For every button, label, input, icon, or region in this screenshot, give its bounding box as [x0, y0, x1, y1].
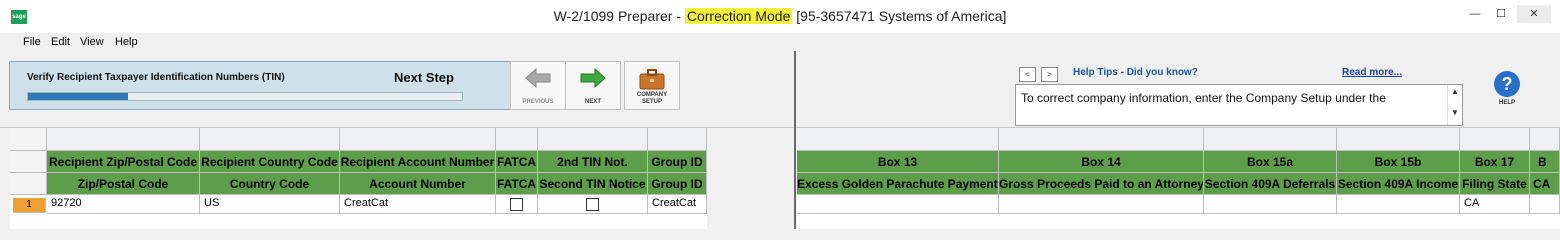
column-header-blank [1204, 128, 1337, 151]
cell-group-id[interactable]: CreatCat [648, 195, 707, 214]
company-setup-button[interactable]: COMPANY SETUP [624, 61, 680, 110]
row-header-blank [10, 173, 47, 195]
subheader-filing-state[interactable]: Filing State [1460, 173, 1530, 195]
cell-zip[interactable]: 92720 [47, 195, 200, 214]
subheader-partial[interactable]: CA [1530, 173, 1560, 195]
column-header-blank [200, 128, 340, 151]
column-header-blank [1530, 128, 1560, 151]
header-group-id[interactable]: Group ID [648, 151, 707, 173]
grid-splitter[interactable] [794, 51, 796, 229]
company-setup-label-line1: COMPANY [636, 92, 668, 98]
scroll-down-icon[interactable]: ▼ [1448, 108, 1462, 117]
menu-file[interactable]: File [23, 36, 41, 48]
cell-fatca[interactable] [496, 195, 538, 214]
header-fatca[interactable]: FATCA [496, 151, 538, 173]
menu-view[interactable]: View [80, 36, 104, 48]
cell-partial[interactable] [1530, 195, 1560, 214]
column-header-blank [999, 128, 1204, 151]
help-tip-next-button[interactable]: > [1041, 67, 1058, 82]
cell-box-13[interactable] [797, 195, 999, 214]
cell-box-14[interactable] [999, 195, 1204, 214]
maximize-button[interactable]: ☐ [1489, 5, 1513, 23]
forward-arrow-icon [580, 67, 606, 89]
help-tip-scrollbar[interactable]: ▲ ▼ [1447, 85, 1462, 125]
column-header-blank [340, 128, 496, 151]
briefcase-icon [639, 69, 665, 90]
title-prefix: W-2/1099 Preparer - [553, 8, 685, 24]
help-tip-text: To correct company information, enter th… [1021, 91, 1386, 105]
second-tin-checkbox[interactable] [586, 198, 599, 211]
column-header-blank [496, 128, 538, 151]
previous-button[interactable]: PREVIOUS [510, 61, 566, 110]
header-box-14[interactable]: Box 14 [999, 151, 1204, 173]
menu-bar: File Edit View Help [0, 33, 1560, 51]
close-button[interactable]: ✕ [1517, 5, 1551, 23]
header-recipient-country[interactable]: Recipient Country Code [200, 151, 340, 173]
cell-box-15b[interactable] [1337, 195, 1460, 214]
next-label: NEXT [584, 99, 601, 105]
minimize-button[interactable]: — [1463, 5, 1487, 23]
header-box-partial[interactable]: B [1530, 151, 1560, 173]
subheader-group-id[interactable]: Group ID [648, 173, 707, 195]
fatca-checkbox[interactable] [510, 198, 523, 211]
column-header-blank [797, 128, 999, 151]
help-tips-title: Help Tips - Did you know? [1073, 67, 1198, 78]
subheader-409a-deferrals[interactable]: Section 409A Deferrals [1204, 173, 1337, 195]
scroll-up-icon[interactable]: ▲ [1448, 87, 1462, 96]
wizard-progress-bar [27, 92, 463, 101]
read-more-link[interactable]: Read more... [1342, 67, 1402, 78]
subheader-account[interactable]: Account Number [340, 173, 496, 195]
previous-label: PREVIOUS [522, 99, 554, 105]
help-button-label: HELP [1498, 100, 1515, 106]
wizard-progress-fill [28, 93, 128, 100]
header-recipient-account[interactable]: Recipient Account Number [340, 151, 496, 173]
menu-help[interactable]: Help [115, 36, 138, 48]
subheader-country[interactable]: Country Code [200, 173, 340, 195]
header-box-15b[interactable]: Box 15b [1337, 151, 1460, 173]
grid-corner [10, 128, 47, 151]
menu-edit[interactable]: Edit [51, 36, 70, 48]
company-setup-label: COMPANY SETUP [625, 92, 679, 106]
subheader-zip[interactable]: Zip/Postal Code [47, 173, 200, 195]
wizard-next-step[interactable]: Next Step [394, 70, 454, 85]
company-setup-label-line2: SETUP [641, 99, 662, 105]
cell-country[interactable]: US [200, 195, 340, 214]
column-header-blank [538, 128, 648, 151]
help-tip-box: To correct company information, enter th… [1015, 84, 1463, 126]
subheader-second-tin[interactable]: Second TIN Notice [538, 173, 648, 195]
subheader-attorney-proceeds[interactable]: Gross Proceeds Paid to an Attorney [999, 173, 1204, 195]
back-arrow-icon [525, 67, 551, 89]
row-header-blank [10, 151, 47, 173]
column-header-blank [648, 128, 707, 151]
subheader-fatca[interactable]: FATCA [496, 173, 538, 195]
row-number[interactable]: 1 [13, 198, 46, 213]
title-mode-highlight: Correction Mode [684, 8, 793, 24]
cell-account[interactable]: CreatCat [340, 195, 496, 214]
box-grid: Box 13 Box 14 Box 15a Box 15b Box 17 B E… [797, 128, 1560, 229]
column-header-blank [1337, 128, 1460, 151]
recipient-grid: 1 Recipient Zip/Postal Code Recipient Co… [10, 128, 707, 229]
header-recipient-zip[interactable]: Recipient Zip/Postal Code [47, 151, 200, 173]
title-company: [95-3657471 Systems of America] [792, 8, 1007, 24]
cell-box-15a[interactable] [1204, 195, 1337, 214]
cell-filing-state[interactable]: CA [1460, 195, 1530, 214]
cell-second-tin[interactable] [538, 195, 648, 214]
subheader-409a-income[interactable]: Section 409A Income [1337, 173, 1460, 195]
header-box-17[interactable]: Box 17 [1460, 151, 1530, 173]
column-header-blank [1460, 128, 1530, 151]
help-question-icon[interactable]: ? [1494, 71, 1520, 97]
wizard-step-title: Verify Recipient Taxpayer Identification… [27, 72, 285, 83]
next-button[interactable]: NEXT [565, 61, 621, 110]
help-tip-prev-button[interactable]: < [1019, 67, 1036, 82]
header-box-15a[interactable]: Box 15a [1204, 151, 1337, 173]
header-box-13[interactable]: Box 13 [797, 151, 999, 173]
header-2nd-tin[interactable]: 2nd TIN Not. [538, 151, 648, 173]
column-header-blank [47, 128, 200, 151]
subheader-golden-parachute[interactable]: Excess Golden Parachute Payments [797, 173, 999, 195]
wizard-panel: Verify Recipient Taxpayer Identification… [9, 61, 511, 110]
window-title: W-2/1099 Preparer - Correction Mode [95-… [0, 8, 1560, 24]
title-bar: sage W-2/1099 Preparer - Correction Mode… [0, 0, 1560, 33]
